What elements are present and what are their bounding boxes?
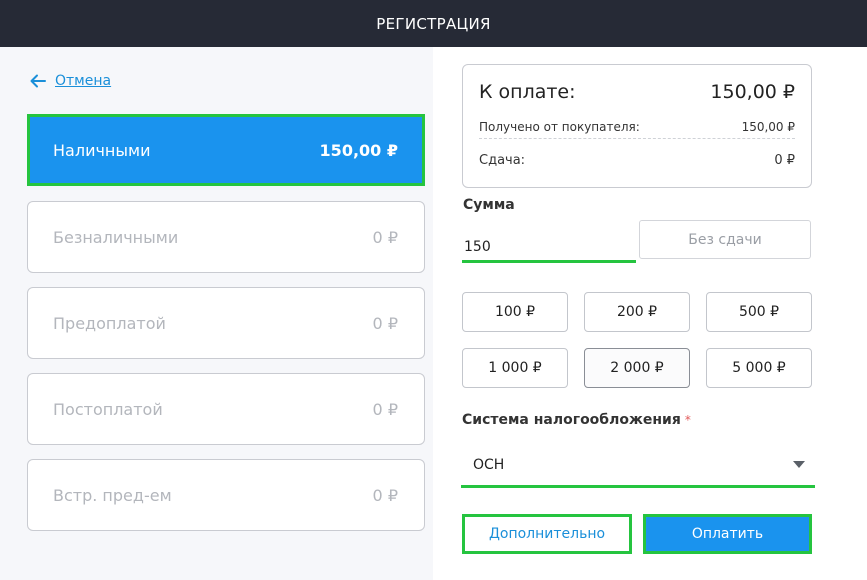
quick-amount-500-button[interactable]: 500 ₽ [706,292,812,332]
payment-method-postpayment[interactable]: Постоплатой 0 ₽ [27,373,425,445]
quick-amount-1000-button[interactable]: 1 000 ₽ [462,348,568,388]
caret-down-icon [793,461,805,468]
payment-method-label: Постоплатой [53,399,163,419]
payment-method-card[interactable]: Безналичными 0 ₽ [27,201,425,273]
quick-amount-2000-button[interactable]: 2 000 ₽ [584,348,690,388]
quick-amount-200-button[interactable]: 200 ₽ [584,292,690,332]
payment-methods-panel: Отмена Наличными 150,00 ₽ Безналичными 0… [0,47,433,580]
additional-button[interactable]: Дополнительно [462,514,632,554]
quick-amount-5000-button[interactable]: 5 000 ₽ [706,348,812,388]
received-row: Получено от покупателя: 150,00 ₽ [479,115,795,139]
payment-method-label: Безналичными [53,227,179,247]
pay-button[interactable]: Оплатить [643,514,812,554]
payment-method-label: Наличными [53,140,151,160]
payment-method-counter-provision[interactable]: Встр. пред-ем 0 ₽ [27,459,425,531]
amount-due-row: К оплате: 150,00 ₽ [479,65,795,115]
payment-method-prepayment[interactable]: Предоплатой 0 ₽ [27,287,425,359]
received-value: 150,00 ₽ [741,119,795,134]
payment-method-amount: 0 ₽ [372,485,398,505]
payment-method-label: Встр. пред-ем [53,485,172,505]
tax-system-label-text: Система налогообложения [462,412,681,428]
payment-method-label: Предоплатой [53,313,166,333]
required-mark: * [684,413,691,427]
tax-system-label: Система налогообложения * [462,412,691,428]
amount-due-value: 150,00 ₽ [710,81,795,103]
cancel-link-label: Отмена [55,73,112,89]
tax-system-select[interactable]: ОСН [461,444,815,488]
window-title: РЕГИСТРАЦИЯ [376,14,491,33]
tax-system-value: ОСН [473,456,505,473]
change-value: 0 ₽ [774,152,795,168]
payment-summary-card: К оплате: 150,00 ₽ Получено от покупател… [462,64,812,188]
payment-method-cash[interactable]: Наличными 150,00 ₽ [27,114,425,186]
amount-input[interactable] [462,227,636,263]
amount-due-label: К оплате: [479,81,576,103]
window-titlebar: РЕГИСТРАЦИЯ [0,0,867,47]
payment-details-panel: К оплате: 150,00 ₽ Получено от покупател… [433,47,867,580]
quick-amount-100-button[interactable]: 100 ₽ [462,292,568,332]
received-label: Получено от покупателя: [479,119,640,134]
cancel-link[interactable]: Отмена [28,71,111,91]
arrow-left-icon [30,74,46,88]
no-change-button[interactable]: Без сдачи [639,220,811,259]
payment-method-amount: 0 ₽ [372,313,398,333]
amount-field-label: Сумма [463,197,515,213]
payment-method-amount: 0 ₽ [372,227,398,247]
change-label: Сдача: [479,152,526,168]
change-row: Сдача: 0 ₽ [479,139,795,181]
payment-method-amount: 0 ₽ [372,399,398,419]
payment-method-amount: 150,00 ₽ [319,140,398,160]
